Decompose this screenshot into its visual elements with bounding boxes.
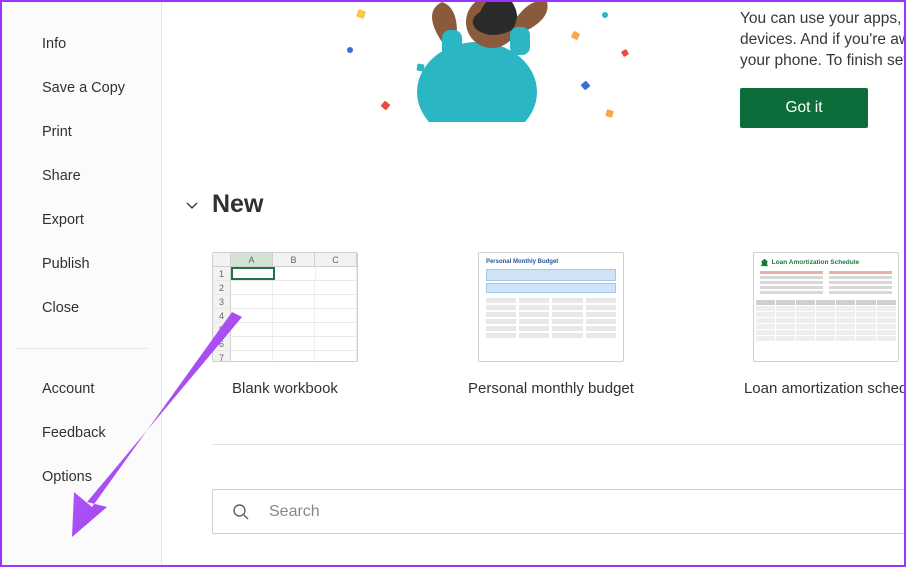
got-it-button[interactable]: Got it (740, 88, 868, 128)
template-thumbnail: Loan Amortization Schedule (753, 252, 899, 362)
thumb-title: Loan Amortization Schedule (772, 259, 860, 266)
sidebar-item-feedback[interactable]: Feedback (2, 411, 161, 455)
sidebar-item-publish[interactable]: Publish (2, 242, 161, 286)
confetti-icon (416, 63, 424, 71)
template-label: Personal monthly budget (468, 380, 634, 397)
section-divider (212, 444, 904, 445)
welcome-banner: You can use your apps, access your work,… (162, 2, 904, 152)
sidebar-item-options[interactable]: Options (2, 455, 161, 499)
template-thumbnail: ABC 1 2 3 4 5 6 7 (212, 252, 358, 362)
sidebar-item-save-a-copy[interactable]: Save a Copy (2, 66, 161, 110)
template-gallery: ABC 1 2 3 4 5 6 7 Blank workbook Persona… (212, 252, 904, 397)
welcome-illustration (312, 2, 592, 122)
confetti-icon (605, 109, 614, 118)
template-label: Loan amortization sched (744, 380, 904, 397)
sidebar-item-share[interactable]: Share (2, 154, 161, 198)
backstage-sidebar: Info Save a Copy Print Share Export Publ… (2, 2, 162, 565)
sidebar-item-account[interactable]: Account (2, 367, 161, 411)
template-label: Blank workbook (232, 380, 338, 397)
confetti-icon (347, 47, 353, 53)
new-section-header[interactable]: New (184, 190, 263, 219)
banner-line: devices. And if you're away from your de… (740, 29, 904, 50)
sidebar-item-print[interactable]: Print (2, 110, 161, 154)
search-box[interactable] (212, 489, 904, 534)
sidebar-divider (16, 348, 147, 349)
new-section-title: New (212, 190, 263, 219)
bank-icon (760, 258, 769, 267)
search-icon (231, 502, 251, 522)
chevron-down-icon (184, 197, 200, 213)
banner-text: You can use your apps, access your work,… (740, 8, 904, 71)
main-content: You can use your apps, access your work,… (162, 2, 904, 565)
search-input[interactable] (269, 503, 904, 521)
sidebar-item-info[interactable]: Info (2, 22, 161, 66)
banner-line: You can use your apps, access your work, (740, 8, 904, 29)
banner-line: your phone. To finish setting up in your… (740, 50, 904, 71)
confetti-icon (602, 12, 608, 18)
template-thumbnail: Personal Monthly Budget (478, 252, 624, 362)
sidebar-item-close[interactable]: Close (2, 286, 161, 330)
thumb-title: Personal Monthly Budget (479, 253, 623, 267)
template-blank-workbook[interactable]: ABC 1 2 3 4 5 6 7 Blank workbook (212, 252, 358, 397)
template-personal-monthly-budget[interactable]: Personal Monthly Budget Personal monthly… (468, 252, 634, 397)
confetti-icon (621, 49, 629, 57)
template-loan-amortization[interactable]: Loan Amortization Schedule Loan amortiza… (744, 252, 904, 397)
sidebar-item-export[interactable]: Export (2, 198, 161, 242)
